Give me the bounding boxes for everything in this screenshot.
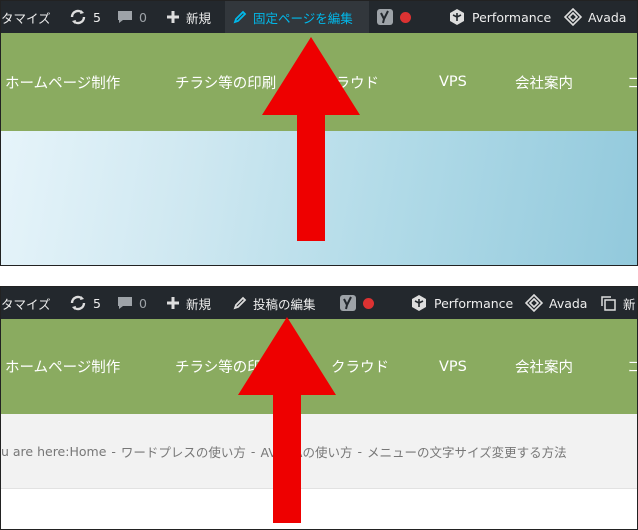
yoast-menu[interactable] [339,287,374,319]
plus-icon [166,296,180,310]
performance-menu[interactable]: Performance [410,287,513,319]
duplicate-post-link[interactable]: 新 [599,287,636,319]
nav-item-company[interactable]: 会社案内 [515,319,573,414]
comments-count: 0 [139,9,147,25]
red-arrow-up-icon [238,317,336,523]
performance-icon [448,8,466,26]
nav-item-vps[interactable]: VPS [439,33,467,131]
updates-count: 5 [93,295,101,311]
performance-label: Performance [472,9,552,25]
breadcrumb-category[interactable]: ワードプレスの使い方 [121,442,246,461]
nav-item-vps[interactable]: VPS [439,319,467,414]
new-content-link[interactable]: 新規 [166,1,211,33]
edit-post-link[interactable]: 投稿の編集 [233,287,316,319]
admin-bar: タマイズ 5 0 新規 固定ページを編集 Performance Avada [1,1,637,33]
breadcrumb-prefix: u are here: [1,443,70,459]
avada-label: Avada [588,9,627,25]
customize-label: タマイズ [1,296,51,312]
avada-menu[interactable]: Avada [525,287,587,319]
nav-item-truncated[interactable]: コ [627,33,637,131]
avada-icon [564,8,582,26]
avada-menu[interactable]: Avada [564,1,626,33]
admin-bar: タマイズ 5 0 新規 投稿の編集 Performance Avada 新 [1,287,637,319]
updates-count: 5 [93,9,101,25]
breadcrumb-separator: - [111,443,116,459]
customize-link[interactable]: タマイズ [1,287,51,319]
screenshot-top-panel: タマイズ 5 0 新規 固定ページを編集 Performance Avada ホ… [0,0,638,266]
plus-icon [166,10,180,24]
nav-item-company[interactable]: 会社案内 [515,33,573,131]
yoast-menu[interactable] [376,1,411,33]
nav-item-homepage[interactable]: ホームページ制作 [5,33,120,131]
customize-label: タマイズ [1,10,51,26]
new-label: 新規 [186,296,212,312]
avada-icon [525,294,543,312]
performance-menu[interactable]: Performance [448,1,551,33]
breadcrumb-separator: - [357,443,362,459]
edit-page-label: 固定ページを編集 [253,10,353,26]
avada-label: Avada [549,295,588,311]
comments-count: 0 [139,295,147,311]
duplicate-icon [599,294,617,312]
red-arrow-up-icon [262,37,360,241]
breadcrumb-current: メニューの文字サイズ変更する方法 [366,444,567,460]
seo-status-dot [363,297,374,309]
updates-link[interactable]: 5 [69,287,101,319]
nav-item-homepage[interactable]: ホームページ制作 [5,319,120,414]
comments-link[interactable]: 0 [117,287,147,319]
breadcrumb-home[interactable]: Home [69,444,106,459]
pencil-icon [233,10,247,24]
comments-link[interactable]: 0 [117,1,147,33]
updates-icon [69,295,87,311]
comment-icon [117,295,133,311]
nav-item-cloud[interactable]: クラウド [331,319,389,414]
new-content-link[interactable]: 新規 [166,287,211,319]
updates-icon [69,9,87,25]
yoast-icon [376,8,394,26]
updates-link[interactable]: 5 [69,1,101,33]
edit-page-link[interactable]: 固定ページを編集 [225,1,369,33]
seo-status-dot [400,11,411,23]
performance-label: Performance [434,295,514,311]
edit-post-label: 投稿の編集 [253,296,316,312]
pencil-icon [233,296,247,310]
performance-icon [410,294,428,312]
new-label: 新規 [186,10,212,26]
screenshot-bottom-panel: タマイズ 5 0 新規 投稿の編集 Performance Avada 新 ホー… [0,286,638,530]
yoast-icon [339,294,357,312]
customize-link[interactable]: タマイズ [1,1,51,33]
comment-icon [117,9,133,25]
nav-item-truncated[interactable]: コ [627,319,637,414]
duplicate-label: 新 [623,296,636,312]
